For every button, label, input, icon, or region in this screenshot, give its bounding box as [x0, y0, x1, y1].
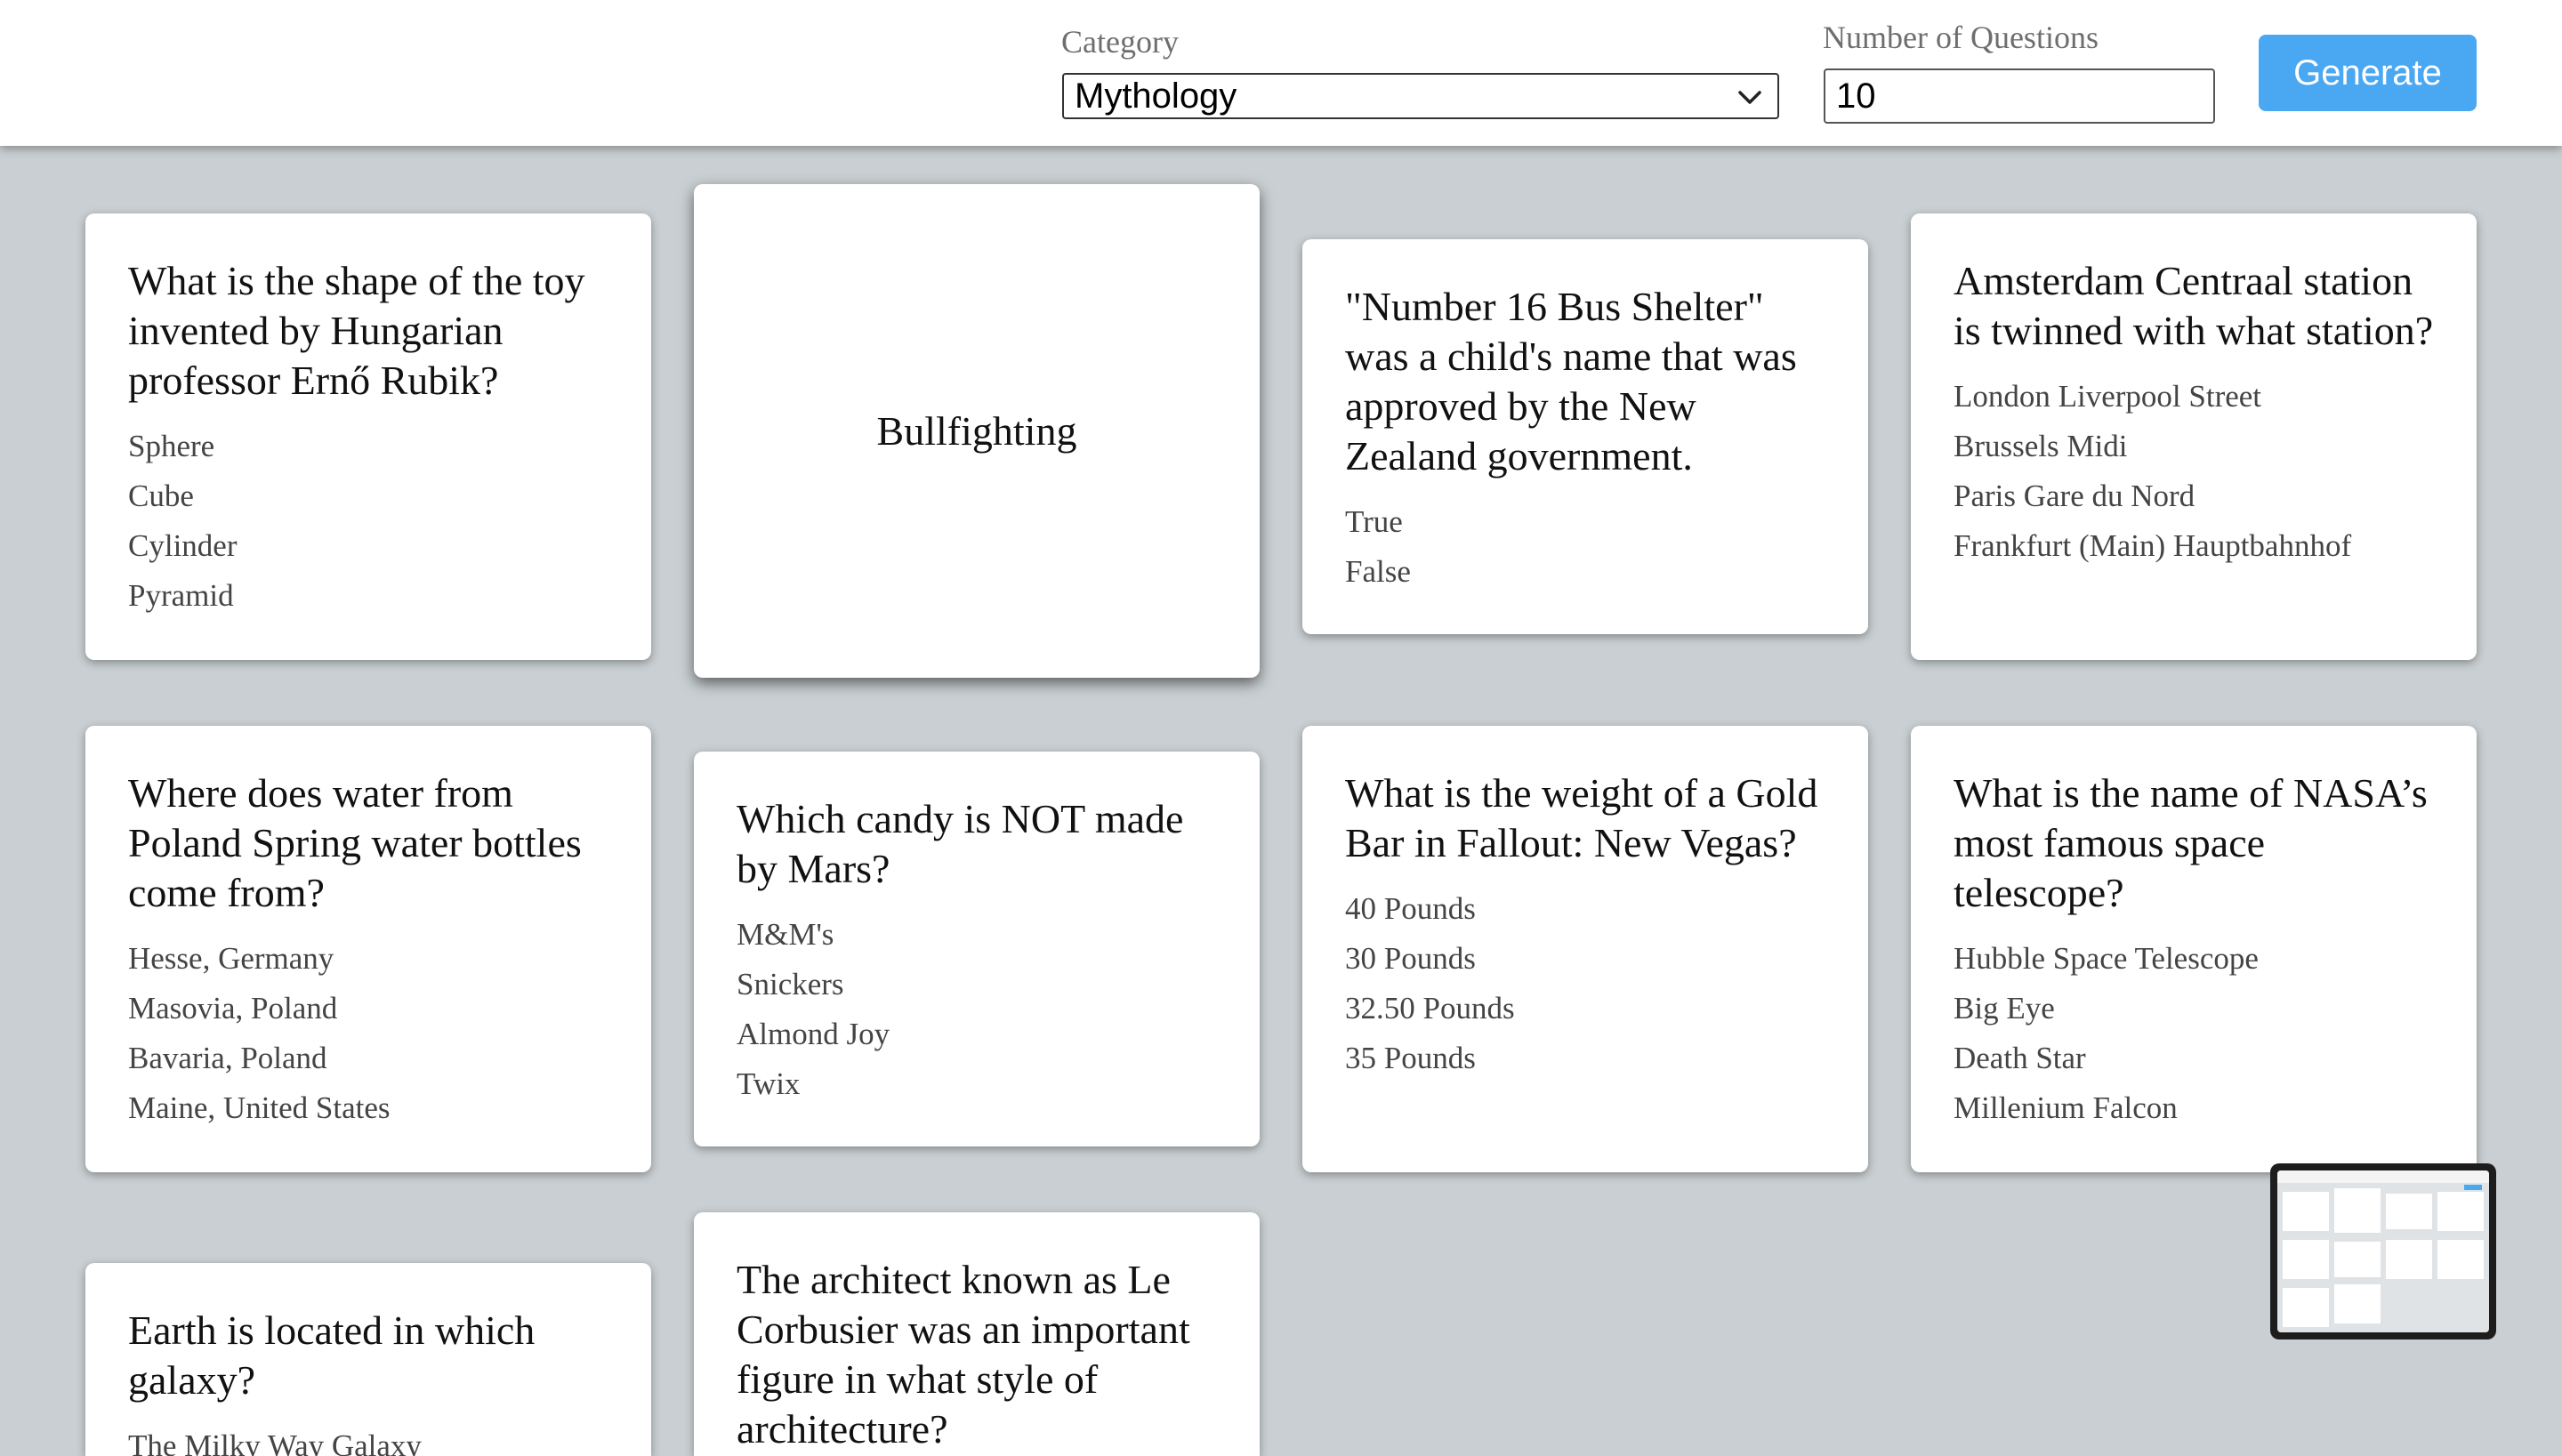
- answer-option: Big Eye: [1954, 991, 2055, 1026]
- question-card[interactable]: Which candy is NOT made by Mars? M&M's S…: [694, 752, 1260, 1146]
- top-bar: Category Mythology Number of Questions 1…: [0, 0, 2562, 146]
- question-card[interactable]: Earth is located in which galaxy? The Mi…: [85, 1263, 651, 1456]
- answer-option: Bavaria, Poland: [128, 1041, 327, 1075]
- question-card[interactable]: Amsterdam Centraal station is twinned wi…: [1911, 213, 2477, 660]
- answer-option: London Liverpool Street: [1954, 379, 2262, 414]
- answer-option: Snickers: [737, 967, 844, 1002]
- question-card[interactable]: What is the weight of a Gold Bar in Fall…: [1302, 726, 1868, 1172]
- flipped-answer-card[interactable]: Bullfighting: [694, 184, 1260, 678]
- question-text: The architect known as Le Corbusier was …: [737, 1257, 1190, 1452]
- question-card[interactable]: The architect known as Le Corbusier was …: [694, 1212, 1260, 1456]
- answer-option: 35 Pounds: [1345, 1041, 1476, 1075]
- question-count-input[interactable]: 10: [1824, 68, 2215, 124]
- answer-option: Frankfurt (Main) Hauptbahnhof: [1954, 528, 2352, 563]
- question-text: What is the weight of a Gold Bar in Fall…: [1345, 770, 1818, 865]
- answer-option: 40 Pounds: [1345, 891, 1476, 926]
- category-label: Category: [1061, 24, 1179, 60]
- category-selected-value: Mythology: [1075, 76, 1237, 116]
- question-card[interactable]: "Number 16 Bus Shelter" was a child's na…: [1302, 239, 1868, 634]
- answer-option: Brussels Midi: [1954, 429, 2128, 463]
- answer-text: Bullfighting: [876, 408, 1077, 454]
- answer-option: Twix: [737, 1066, 801, 1101]
- generate-button[interactable]: Generate: [2259, 35, 2477, 111]
- answer-option: Maine, United States: [128, 1090, 391, 1125]
- answer-option: Masovia, Poland: [128, 991, 338, 1026]
- question-card[interactable]: Where does water from Poland Spring wate…: [85, 726, 651, 1172]
- screenshot-thumbnail[interactable]: [2270, 1163, 2496, 1339]
- thumbnail-preview-image: [2277, 1170, 2489, 1332]
- question-text: Amsterdam Centraal station is twinned wi…: [1954, 258, 2434, 353]
- question-card[interactable]: What is the shape of the toy invented by…: [85, 213, 651, 660]
- category-select[interactable]: Mythology: [1062, 73, 1779, 119]
- answer-option: True: [1345, 504, 1403, 539]
- answer-option: M&M's: [737, 917, 834, 952]
- question-card[interactable]: What is the name of NASA’s most famous s…: [1911, 726, 2477, 1172]
- question-text: Which candy is NOT made by Mars?: [737, 796, 1184, 891]
- answer-option: Millenium Falcon: [1954, 1090, 2178, 1125]
- answer-option: Sphere: [128, 429, 215, 463]
- question-text: What is the name of NASA’s most famous s…: [1954, 770, 2428, 915]
- answer-option: Pyramid: [128, 578, 234, 613]
- answer-option: Death Star: [1954, 1041, 2086, 1075]
- answer-option: False: [1345, 554, 1411, 589]
- answer-option: Hesse, Germany: [128, 941, 334, 976]
- answer-option: 30 Pounds: [1345, 941, 1476, 976]
- question-count-label: Number of Questions: [1823, 20, 2099, 55]
- chevron-down-icon: [1738, 91, 1761, 104]
- answer-option: 32.50 Pounds: [1345, 991, 1515, 1026]
- question-text: Where does water from Poland Spring wate…: [128, 770, 582, 915]
- answer-option: Cylinder: [128, 528, 238, 563]
- question-text: "Number 16 Bus Shelter" was a child's na…: [1345, 284, 1797, 479]
- answer-option: Almond Joy: [737, 1017, 890, 1051]
- answer-option: The Milky Way Galaxy: [128, 1428, 422, 1456]
- question-text: What is the shape of the toy invented by…: [128, 258, 585, 403]
- answer-option: Hubble Space Telescope: [1954, 941, 2259, 976]
- answer-option: Paris Gare du Nord: [1954, 479, 2195, 513]
- question-text: Earth is located in which galaxy?: [128, 1307, 536, 1403]
- answer-option: Cube: [128, 479, 194, 513]
